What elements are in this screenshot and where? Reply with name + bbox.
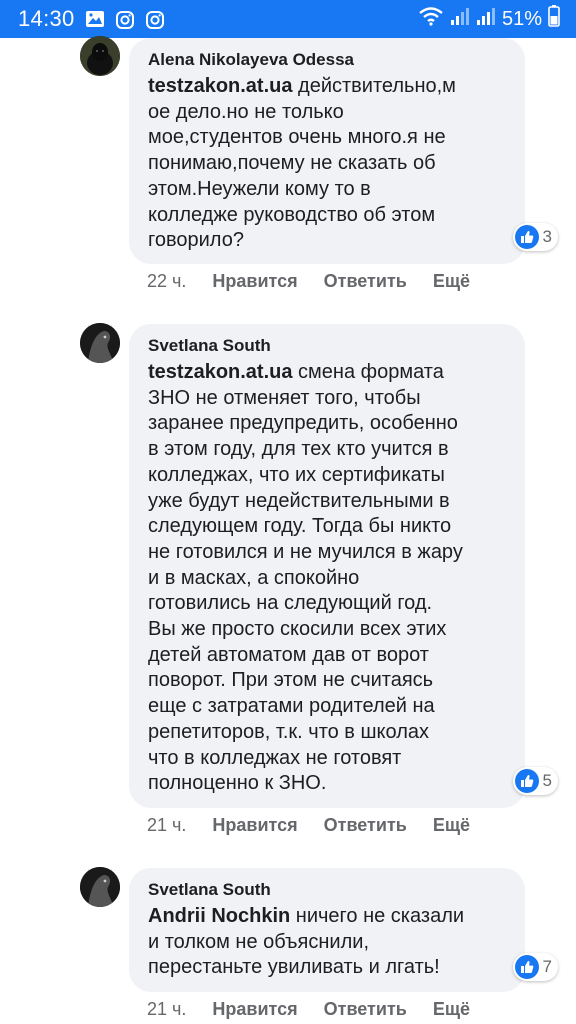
gallery-icon — [85, 10, 105, 28]
more-button[interactable]: Ещё — [433, 271, 470, 292]
comment-bubble[interactable]: Svetlana South Andrii Nochkin ничего не … — [129, 868, 525, 992]
signal-icon — [450, 6, 470, 32]
reaction-count[interactable]: 7 — [512, 953, 558, 981]
comment-body: действительно,м ое дело.но не только мое… — [148, 75, 456, 252]
comment-time[interactable]: 21 ч. — [147, 815, 186, 836]
comment-time[interactable]: 21 ч. — [147, 999, 186, 1020]
comment-text: testzakon.at.ua смена формата ЗНО не отм… — [148, 360, 507, 797]
battery-icon — [548, 5, 560, 33]
like-button[interactable]: Нравится — [212, 815, 297, 836]
comment-bubble[interactable]: Alena Nikolayeva Odessa testzakon.at.ua … — [129, 38, 525, 264]
reply-button[interactable]: Ответить — [324, 815, 407, 836]
like-button[interactable]: Нравится — [212, 271, 297, 292]
avatar[interactable] — [80, 867, 120, 907]
more-button[interactable]: Ещё — [433, 999, 470, 1020]
mention-link[interactable]: testzakon.at.ua — [148, 75, 292, 97]
reply-button[interactable]: Ответить — [324, 271, 407, 292]
avatar[interactable] — [80, 36, 120, 76]
status-time: 14:30 — [18, 6, 75, 31]
instagram-icon — [115, 10, 135, 29]
comment-author[interactable]: Alena Nikolayeva Odessa — [148, 44, 507, 74]
reaction-count-value: 7 — [542, 957, 552, 976]
mention-link[interactable]: Andrii Nochkin — [148, 905, 290, 927]
comment-author[interactable]: Svetlana South — [148, 330, 507, 360]
comment-author[interactable]: Svetlana South — [148, 874, 507, 904]
comment-actions: 22 ч. Нравится Ответить Ещё — [147, 271, 470, 292]
like-reaction-icon — [514, 955, 539, 979]
wifi-icon — [418, 6, 444, 32]
reaction-count-value: 5 — [542, 771, 552, 790]
comment-actions: 21 ч. Нравится Ответить Ещё — [147, 999, 470, 1020]
comment-text: testzakon.at.ua действительно,м ое дело.… — [148, 74, 507, 254]
reply-button[interactable]: Ответить — [324, 999, 407, 1020]
more-button[interactable]: Ещё — [433, 815, 470, 836]
comment-bubble[interactable]: Svetlana South testzakon.at.ua смена фор… — [129, 324, 525, 808]
reaction-count[interactable]: 3 — [512, 223, 558, 251]
reaction-count-value: 3 — [542, 227, 552, 246]
battery-percentage: 51% — [501, 7, 542, 30]
mention-link[interactable]: testzakon.at.ua — [148, 361, 292, 383]
like-reaction-icon — [514, 769, 539, 793]
signal-icon — [476, 6, 496, 32]
avatar[interactable] — [80, 323, 120, 363]
comment-time[interactable]: 22 ч. — [147, 271, 186, 292]
like-button[interactable]: Нравится — [212, 999, 297, 1020]
comment-body: смена формата ЗНО не отменяет того, чтоб… — [148, 361, 463, 795]
status-bar: 14:30 51% — [0, 0, 576, 38]
comment-text: Andrii Nochkin ничего не сказали и толко… — [148, 904, 507, 981]
comment-actions: 21 ч. Нравится Ответить Ещё — [147, 815, 470, 836]
like-reaction-icon — [514, 225, 539, 249]
instagram-icon — [145, 10, 165, 29]
reaction-count[interactable]: 5 — [512, 767, 558, 795]
